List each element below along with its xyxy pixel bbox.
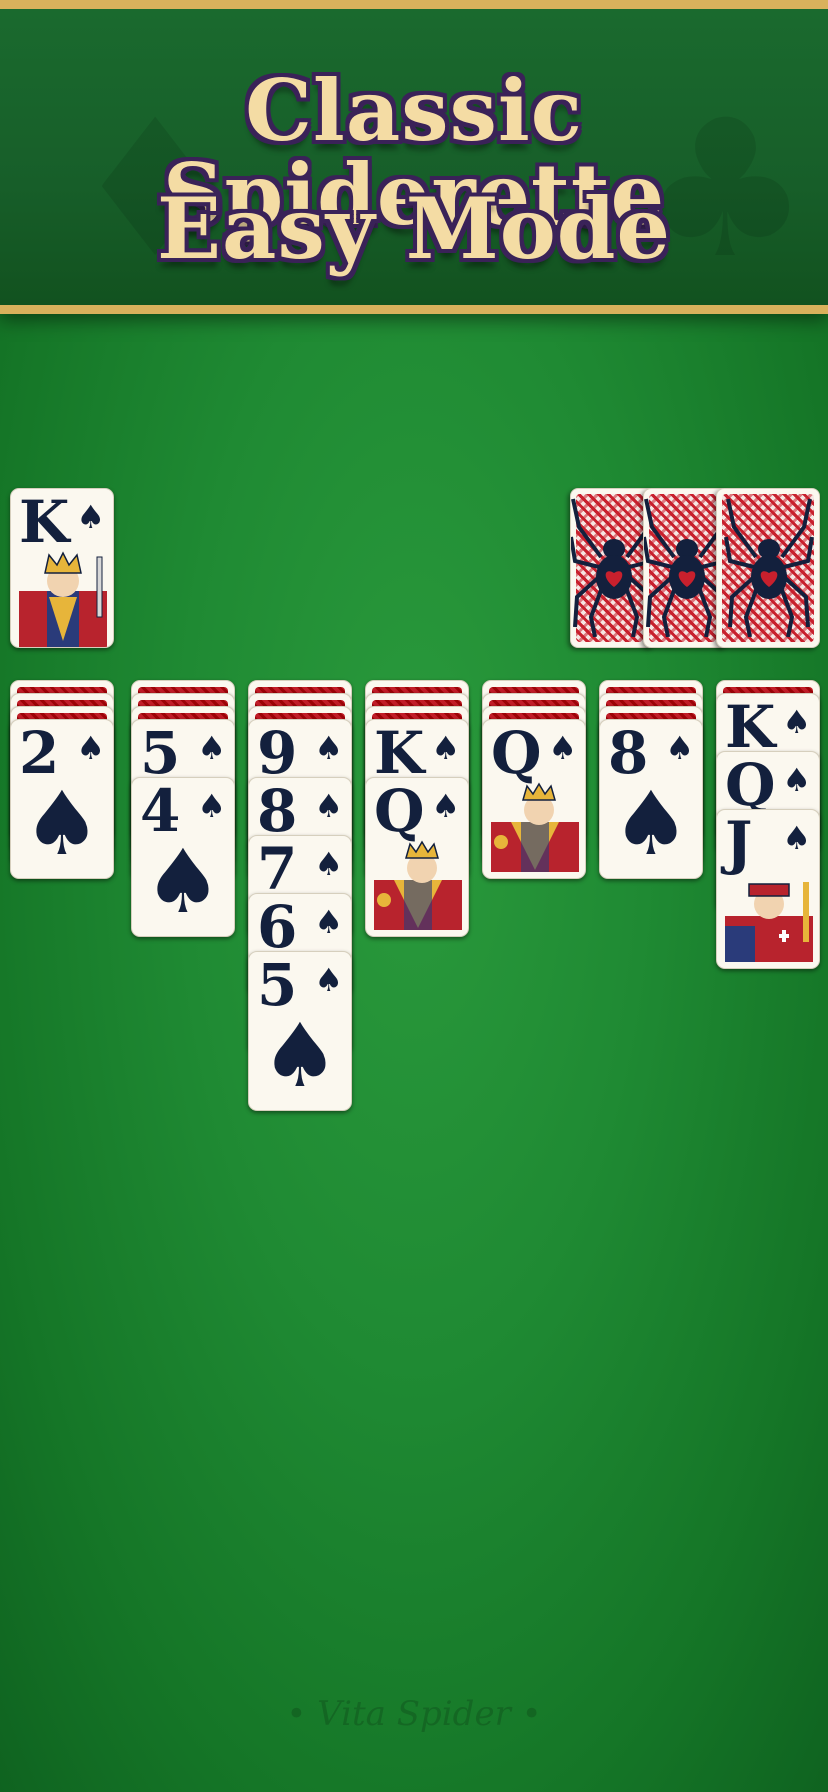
tableau-card[interactable]: Q ♠ [365,777,469,937]
card-rank: 9 [257,719,298,787]
large-spade-icon: ♠ [22,772,102,875]
spade-icon: ♠ [548,729,577,767]
stock-pile-card[interactable] [716,488,820,648]
card-rank: 8 [257,777,298,845]
spade-icon: ♠ [431,787,460,825]
spade-icon: ♠ [314,787,343,825]
spade-icon: ♠ [665,729,694,767]
tableau-card[interactable]: 2 ♠ ♠ [10,719,114,879]
king-portrait-icon [19,551,107,647]
title-banner: ♦ ♣ Classic Spiderette Easy Mode [0,0,828,314]
banner-title-line2: Easy Mode [157,179,671,278]
tableau-card[interactable]: 5 ♠ ♠ [248,951,352,1111]
large-spade-icon: ♠ [143,830,223,933]
spade-icon: ♠ [314,961,343,999]
queen-portrait-icon [374,840,462,936]
tableau-card[interactable]: 4 ♠ ♠ [131,777,235,937]
spade-icon: ♠ [314,729,343,767]
spade-icon: ♠ [431,729,460,767]
spade-icon: ♠ [197,787,226,825]
jack-portrait-icon [725,872,813,968]
spade-icon: ♠ [782,703,811,741]
vita-spider-logo: • Vita Spider • [286,1694,542,1734]
tableau-card[interactable]: 8 ♠ ♠ [599,719,703,879]
card-rank: K [19,488,70,556]
spade-icon: ♠ [76,498,105,536]
spider-icon [724,498,814,637]
large-spade-icon: ♠ [611,772,691,875]
card-rank: J [725,809,753,877]
card-rank: Q [374,777,425,845]
card-rank: 5 [140,719,181,787]
spade-icon: ♠ [782,761,811,799]
card-rank: Q [725,751,776,819]
large-spade-icon: ♠ [260,1004,340,1107]
card-rank: 7 [257,835,298,903]
card-rank: Q [491,719,542,787]
tableau-card[interactable]: Q ♠ [482,719,586,879]
queen-portrait-icon [491,782,579,878]
spade-icon: ♠ [314,903,343,941]
card-rank: K [725,693,776,761]
spade-icon: ♠ [76,729,105,767]
card-rank: K [374,719,425,787]
spade-icon: ♠ [314,845,343,883]
foundation-card[interactable]: K ♠ [10,488,114,648]
spade-icon: ♠ [197,729,226,767]
card-rank: 6 [257,893,298,961]
spade-icon: ♠ [782,819,811,857]
tableau-card[interactable]: J ♠ [716,809,820,969]
